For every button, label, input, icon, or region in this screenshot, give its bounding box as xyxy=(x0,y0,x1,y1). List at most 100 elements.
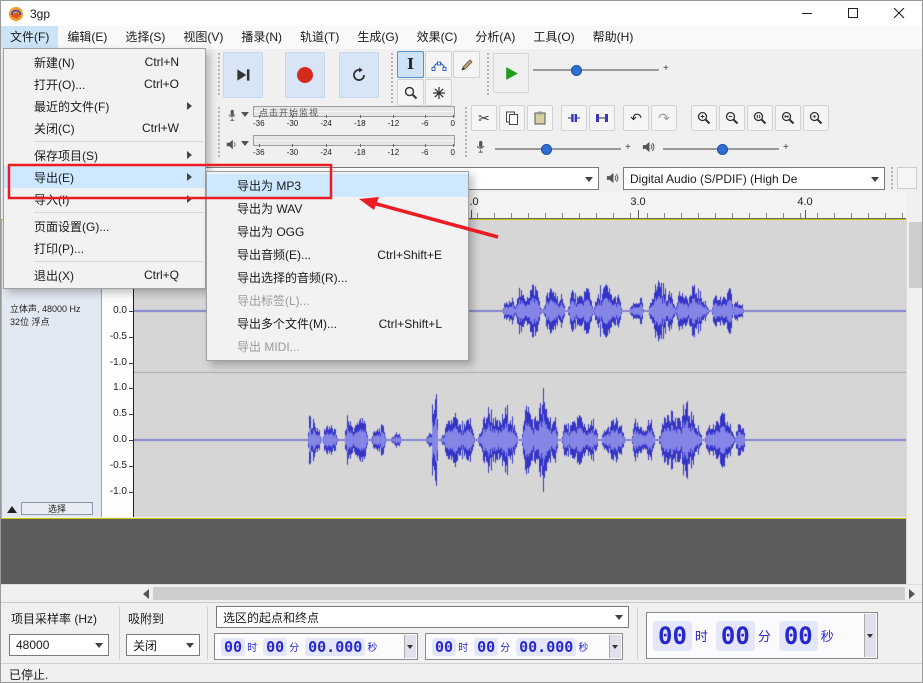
toolbar-grip[interactable] xyxy=(218,107,220,157)
minutes-value[interactable]: 00 xyxy=(263,637,288,656)
record-button[interactable] xyxy=(285,52,325,98)
minutes-value[interactable]: 00 xyxy=(474,637,499,656)
zoom-in-button[interactable] xyxy=(691,105,717,131)
selection-end-time[interactable]: 00 时 00 分 00.000 秒 xyxy=(425,633,623,660)
multi-tool-button[interactable] xyxy=(425,79,452,106)
export-submenu-item-2[interactable]: 导出为 OGG xyxy=(207,220,468,243)
menubar-item-8[interactable]: 分析(A) xyxy=(466,26,524,49)
seconds-value[interactable]: 00 xyxy=(778,620,818,651)
toolbar-grip[interactable] xyxy=(465,107,467,159)
horizontal-scrollbar[interactable] xyxy=(1,584,922,602)
draw-tool-button[interactable] xyxy=(453,51,480,78)
meter-menu-caret[interactable] xyxy=(241,141,249,150)
export-submenu-item-7[interactable]: 导出 MIDI... xyxy=(207,335,468,358)
horizontal-scrollbar-thumb[interactable] xyxy=(153,587,905,600)
menubar-item-1[interactable]: 编辑(E) xyxy=(58,26,116,49)
menubar-item-3[interactable]: 视图(V) xyxy=(174,26,232,49)
time-format-caret[interactable] xyxy=(609,635,621,658)
seconds-value[interactable]: 00.000 xyxy=(305,637,366,656)
zoom-toggle-button[interactable] xyxy=(803,105,829,131)
menubar-item-10[interactable]: 帮助(H) xyxy=(584,26,643,49)
close-button[interactable] xyxy=(876,1,922,26)
toolbar-grip[interactable] xyxy=(218,53,220,97)
recording-volume-thumb[interactable] xyxy=(541,144,552,155)
file-menu-item-9[interactable]: 页面设置(G)... xyxy=(4,215,205,237)
recording-volume-slider[interactable] xyxy=(495,144,621,155)
toolbar-grip[interactable] xyxy=(487,53,489,97)
playback-volume-slider[interactable] xyxy=(663,144,779,155)
cut-button[interactable]: ✂ xyxy=(471,105,497,131)
menubar-item-2[interactable]: 选择(S) xyxy=(116,26,174,49)
meter-menu-caret[interactable] xyxy=(241,112,249,121)
toolbar-grip[interactable] xyxy=(891,167,893,190)
slider-plus-label: + xyxy=(625,142,631,153)
trim-audio-button[interactable] xyxy=(561,105,587,131)
hours-value[interactable]: 00 xyxy=(653,620,692,651)
export-submenu-item-6[interactable]: 导出多个文件(M)... Ctrl+Shift+L xyxy=(207,312,468,335)
export-submenu-item-4[interactable]: 导出选择的音频(R)... xyxy=(207,266,468,289)
export-submenu-item-0[interactable]: 导出为 MP3 xyxy=(207,174,468,197)
play-speed-slider-thumb[interactable] xyxy=(571,65,582,76)
zoom-to-selection-button[interactable] xyxy=(747,105,773,131)
snap-to-combo[interactable]: 关闭 xyxy=(126,634,200,656)
menubar-item-0[interactable]: 文件(F) xyxy=(1,26,59,49)
skip-to-end-button[interactable] xyxy=(223,52,263,98)
submenu-arrow-icon xyxy=(187,195,196,203)
export-submenu-item-3[interactable]: 导出音频(E)... Ctrl+Shift+E xyxy=(207,243,468,266)
playback-meter[interactable]: -36 -30 -24 -18 -12 -6 0 xyxy=(223,133,459,161)
file-menu-item-6[interactable]: 导出(E) xyxy=(4,166,205,188)
minutes-value[interactable]: 00 xyxy=(715,620,755,651)
minimize-button[interactable] xyxy=(784,1,830,26)
zoom-tool-button[interactable] xyxy=(397,79,424,106)
envelope-tool-button[interactable] xyxy=(425,51,452,78)
selection-tool-button[interactable]: I xyxy=(397,51,424,78)
loop-button[interactable] xyxy=(339,52,379,98)
menubar-item-6[interactable]: 生成(G) xyxy=(348,26,407,49)
vertical-scrollbar-thumb[interactable] xyxy=(909,222,922,288)
project-rate-combo[interactable]: 48000 xyxy=(9,634,109,656)
track-select-button[interactable]: 选择 xyxy=(21,502,93,515)
fit-project-button[interactable] xyxy=(775,105,801,131)
file-menu-item-0[interactable]: 新建(N) Ctrl+N xyxy=(4,51,205,73)
playback-device-combo[interactable]: Digital Audio (S/PDIF) (High De xyxy=(623,167,885,190)
file-menu-item-10[interactable]: 打印(P)... xyxy=(4,237,205,259)
menubar-item-9[interactable]: 工具(O) xyxy=(524,26,583,49)
vertical-scrollbar[interactable] xyxy=(906,219,922,584)
hours-value[interactable]: 00 xyxy=(432,637,457,656)
audio-position-display[interactable]: 00 时 00 分 00 秒 xyxy=(646,612,878,659)
recording-meter[interactable]: 点击开始监视 -36 -30 -24 -18 -12 -6 0 xyxy=(223,104,459,132)
scroll-left-arrow[interactable] xyxy=(138,589,149,599)
maximize-icon xyxy=(847,8,858,18)
maximize-button[interactable] xyxy=(830,1,876,26)
toolbar-grip[interactable] xyxy=(391,53,393,103)
time-format-caret[interactable] xyxy=(864,614,876,657)
file-menu-item-12[interactable]: 退出(X) Ctrl+Q xyxy=(4,264,205,286)
export-submenu-item-1[interactable]: 导出为 WAV xyxy=(207,197,468,220)
redo-button[interactable]: ↷ xyxy=(651,105,677,131)
play-speed-slider[interactable] xyxy=(533,65,659,76)
paste-button[interactable] xyxy=(527,105,553,131)
file-menu-item-7[interactable]: 导入(I) xyxy=(4,188,205,210)
export-submenu-item-5[interactable]: 导出标签(L)... xyxy=(207,289,468,312)
hours-value[interactable]: 00 xyxy=(221,637,246,656)
file-menu-item-3[interactable]: 关闭(C) Ctrl+W xyxy=(4,117,205,139)
menubar-item-4[interactable]: 播录(N) xyxy=(232,26,291,49)
file-menu-item-5[interactable]: 保存项目(S) xyxy=(4,144,205,166)
menubar-item-7[interactable]: 效果(C) xyxy=(408,26,467,49)
file-menu-item-2[interactable]: 最近的文件(F) xyxy=(4,95,205,117)
play-at-speed-button[interactable] xyxy=(493,53,529,93)
playback-volume-thumb[interactable] xyxy=(717,144,728,155)
silence-audio-button[interactable] xyxy=(589,105,615,131)
zoom-out-button[interactable] xyxy=(719,105,745,131)
selection-mode-combo[interactable]: 选区的起点和终点 xyxy=(216,606,629,628)
track-collapse-triangle[interactable] xyxy=(7,506,17,513)
scroll-right-arrow[interactable] xyxy=(909,589,920,599)
time-format-caret[interactable] xyxy=(404,635,416,658)
selection-start-time[interactable]: 00 时 00 分 00.000 秒 xyxy=(214,633,418,660)
undo-button[interactable]: ↶ xyxy=(623,105,649,131)
file-menu-item-1[interactable]: 打开(O)... Ctrl+O xyxy=(4,73,205,95)
file-menu-item-label: 新建(N) xyxy=(34,55,75,70)
menubar-item-5[interactable]: 轨道(T) xyxy=(291,26,348,49)
copy-button[interactable] xyxy=(499,105,525,131)
seconds-value[interactable]: 00.000 xyxy=(516,637,577,656)
